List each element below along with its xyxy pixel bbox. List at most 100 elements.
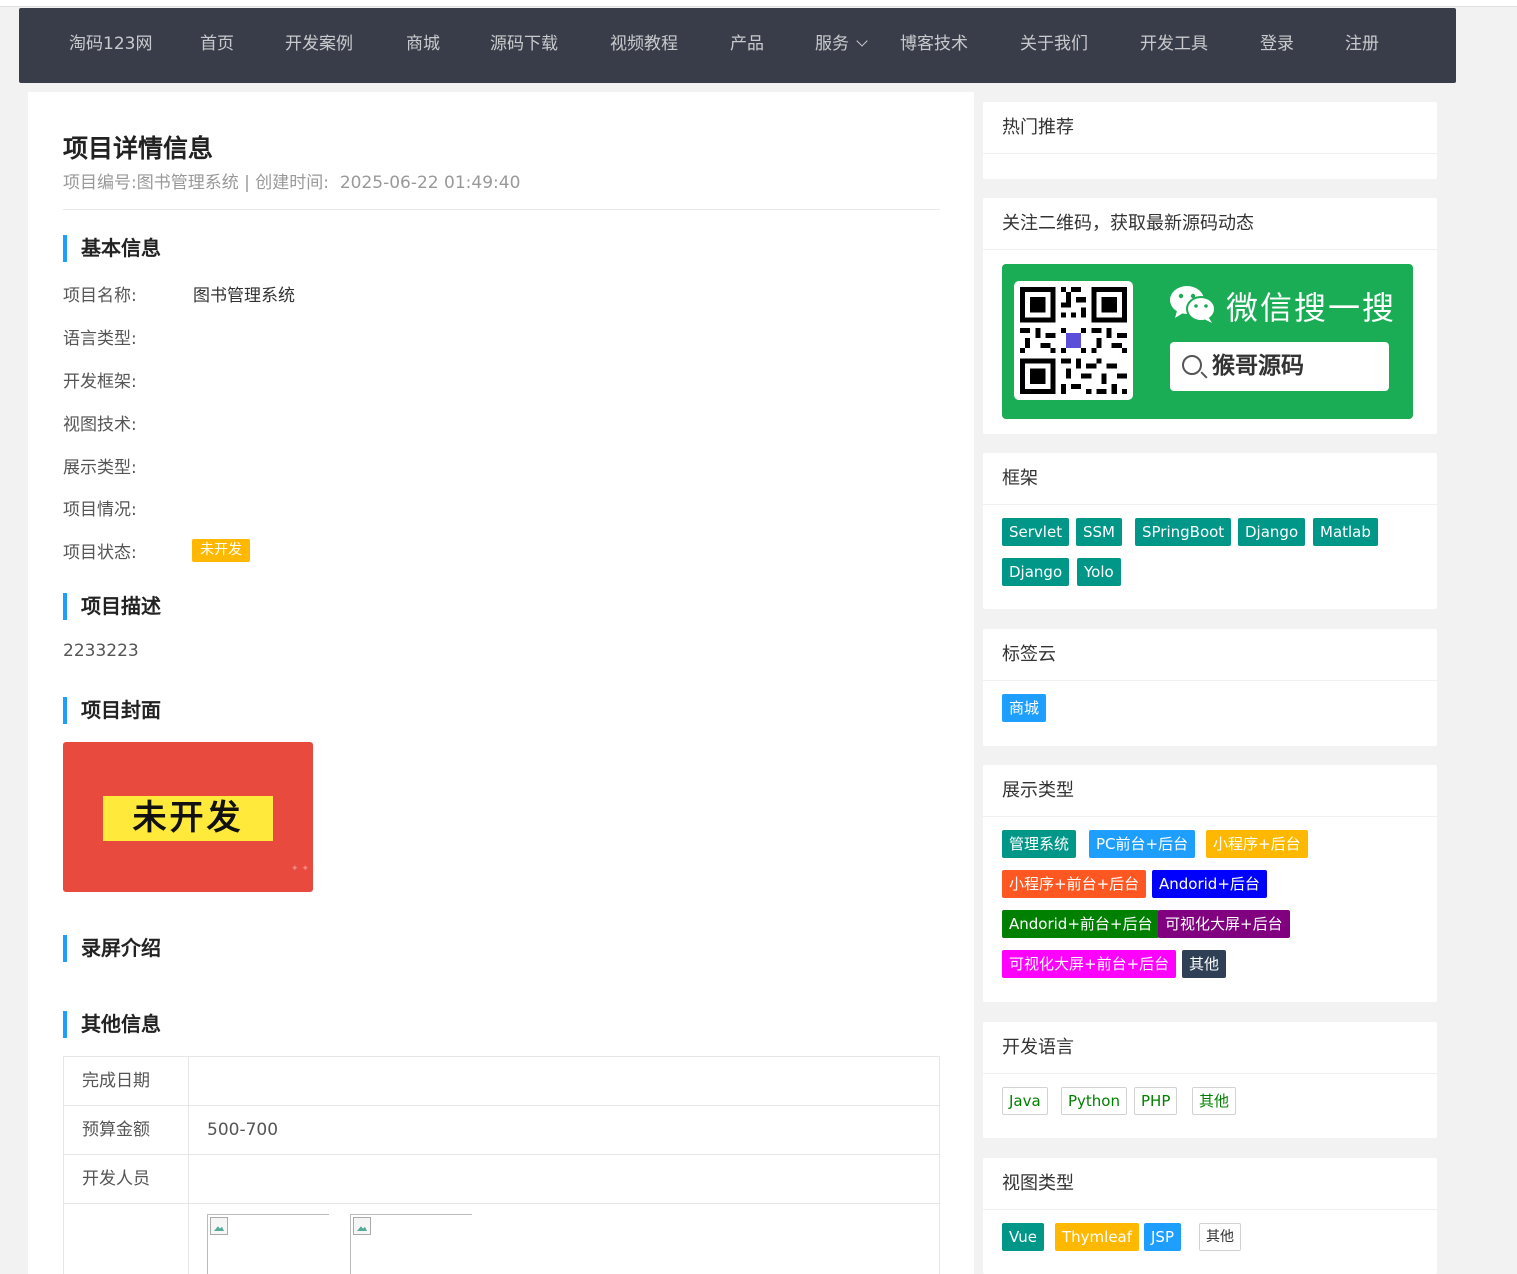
tag-framework[interactable]: Django xyxy=(1238,518,1306,546)
wechat-logo-icon xyxy=(1170,286,1216,323)
created-time-label: 创建时间: xyxy=(255,173,330,193)
broken-image-icon[interactable] xyxy=(350,1214,472,1274)
nav-products[interactable]: 产品 xyxy=(730,8,764,83)
tag-language[interactable]: Java xyxy=(1002,1087,1048,1115)
top-navbar: 淘码123网 首页 开发案例 商城 源码下载 视频教程 产品 服务 博客技术 关… xyxy=(19,8,1456,83)
divider xyxy=(63,209,940,210)
card-title: 展示类型 xyxy=(983,765,1437,817)
wechat-search-banner[interactable]: 微信搜一搜 猴哥源码 xyxy=(1002,264,1413,419)
wechat-account-name: 猴哥源码 xyxy=(1212,353,1304,379)
field-label-situation: 项目情况: xyxy=(63,500,137,520)
page-title: 项目详情信息 xyxy=(63,134,214,163)
card-framework: 框架 Servlet SSM SPringBoot Django Matlab … xyxy=(983,453,1437,609)
tag-view-type[interactable]: Vue xyxy=(1002,1223,1044,1251)
nav-logo-link[interactable]: 淘码123网 xyxy=(69,8,152,83)
project-detail-panel: 项目详情信息 项目编号:图书管理系统 | 创建时间: 2025-06-22 01… xyxy=(28,92,974,1274)
tag-cloud-item[interactable]: 商城 xyxy=(1002,694,1047,722)
section-heading-recording: 录屏介绍 xyxy=(63,935,161,962)
nav-services-dropdown[interactable]: 服务 xyxy=(815,8,868,83)
card-title: 关注二维码，获取最新源码动态 xyxy=(983,198,1437,250)
cover-image: 未开发 ✦ ✦ xyxy=(63,742,313,892)
tag-display-type[interactable]: 管理系统 xyxy=(1002,830,1077,858)
field-label-name: 项目名称: xyxy=(63,286,137,306)
nav-dev-tools[interactable]: 开发工具 xyxy=(1140,8,1208,83)
tag-framework[interactable]: SPringBoot xyxy=(1135,518,1232,546)
field-label-display: 展示类型: xyxy=(63,458,137,478)
card-view-type: 视图类型 Vue Thymleaf JSP 其他 xyxy=(983,1158,1437,1274)
tag-display-type[interactable]: 小程序+前台+后台 xyxy=(1002,870,1147,898)
chevron-down-icon xyxy=(856,35,868,47)
table-row: 完成日期 xyxy=(64,1057,940,1106)
cover-label: 未开发 xyxy=(103,796,273,841)
nav-blog[interactable]: 博客技术 xyxy=(900,8,968,83)
table-label-budget: 预算金额 xyxy=(64,1106,189,1154)
nav-services-label: 服务 xyxy=(815,34,849,54)
table-label-finish-date: 完成日期 xyxy=(64,1057,189,1105)
broken-image-icon[interactable] xyxy=(207,1214,329,1274)
tag-display-type[interactable]: PC前台+后台 xyxy=(1089,830,1196,858)
table-label-developer: 开发人员 xyxy=(64,1155,189,1203)
tag-display-type[interactable]: 可视化大屏+后台 xyxy=(1158,910,1290,938)
card-title: 标签云 xyxy=(983,629,1437,681)
tag-display-type[interactable]: Andorid+后台 xyxy=(1152,870,1267,898)
table-value-images xyxy=(189,1204,940,1274)
tag-framework[interactable]: Servlet xyxy=(1002,518,1070,546)
tag-view-type-other[interactable]: 其他 xyxy=(1199,1223,1241,1251)
project-meta: 项目编号:图书管理系统 | 创建时间: 2025-06-22 01:49:40 xyxy=(63,168,520,193)
nav-mall[interactable]: 商城 xyxy=(406,8,440,83)
field-label-status: 项目状态: xyxy=(63,543,137,563)
nav-home[interactable]: 首页 xyxy=(200,8,234,83)
nav-register[interactable]: 注册 xyxy=(1345,8,1379,83)
section-heading-cover: 项目封面 xyxy=(63,697,161,724)
tag-display-type[interactable]: 其他 xyxy=(1182,950,1227,978)
status-badge: 未开发 xyxy=(192,539,250,562)
tag-display-type[interactable]: Andorid+前台+后台 xyxy=(1002,910,1160,938)
card-dev-language: 开发语言 Java Python PHP 其他 xyxy=(983,1022,1437,1138)
field-label-language: 语言类型: xyxy=(63,329,137,349)
search-icon xyxy=(1182,355,1202,375)
nav-dev-cases[interactable]: 开发案例 xyxy=(285,8,353,83)
nav-source-download[interactable]: 源码下载 xyxy=(490,8,558,83)
table-value-budget: 500-700 xyxy=(189,1106,940,1154)
table-row xyxy=(64,1204,940,1274)
card-title: 热门推荐 xyxy=(983,102,1437,154)
field-label-framework: 开发框架: xyxy=(63,372,137,392)
broken-image-glyph xyxy=(353,1217,371,1235)
tag-view-type[interactable]: Thymleaf xyxy=(1055,1223,1140,1251)
tag-framework[interactable]: Django xyxy=(1002,558,1070,586)
table-row: 开发人员 xyxy=(64,1155,940,1204)
meta-separator: | xyxy=(244,173,250,193)
wechat-search-box: 猴哥源码 xyxy=(1170,342,1389,391)
nav-video-tutorials[interactable]: 视频教程 xyxy=(610,8,678,83)
description-text: 2233223 xyxy=(63,641,139,661)
card-title: 开发语言 xyxy=(983,1022,1437,1074)
project-no: 图书管理系统 xyxy=(136,173,239,193)
table-value-developer xyxy=(189,1155,940,1203)
card-tag-cloud: 标签云 商城 xyxy=(983,629,1437,746)
qr-code-icon xyxy=(1020,287,1127,394)
field-label-view: 视图技术: xyxy=(63,415,137,435)
tag-language[interactable]: 其他 xyxy=(1192,1087,1237,1115)
qr-code xyxy=(1014,281,1133,400)
nav-login[interactable]: 登录 xyxy=(1260,8,1294,83)
tag-display-type[interactable]: 小程序+后台 xyxy=(1206,830,1308,858)
card-display-type: 展示类型 管理系统 PC前台+后台 小程序+后台 小程序+前台+后台 Andor… xyxy=(983,765,1437,1002)
tag-view-type[interactable]: JSP xyxy=(1144,1223,1181,1251)
other-info-table: 完成日期 预算金额 500-700 开发人员 xyxy=(63,1056,940,1274)
section-heading-description: 项目描述 xyxy=(63,593,161,620)
table-value-finish-date xyxy=(189,1057,940,1105)
tag-language[interactable]: Python xyxy=(1061,1087,1127,1115)
tag-framework[interactable]: Matlab xyxy=(1313,518,1378,546)
created-time: 2025-06-22 01:49:40 xyxy=(339,173,521,193)
section-heading-other: 其他信息 xyxy=(63,1011,161,1038)
tag-display-type[interactable]: 可视化大屏+前台+后台 xyxy=(1002,950,1177,978)
tag-language[interactable]: PHP xyxy=(1134,1087,1178,1115)
broken-image-glyph xyxy=(210,1217,228,1235)
tag-framework[interactable]: Yolo xyxy=(1077,558,1121,586)
table-label-images xyxy=(64,1204,189,1274)
wechat-search-text: 微信搜一搜 xyxy=(1226,289,1397,327)
browser-top-edge xyxy=(0,0,1517,7)
nav-about-us[interactable]: 关于我们 xyxy=(1020,8,1088,83)
tag-framework[interactable]: SSM xyxy=(1076,518,1122,546)
card-hot-recommend: 热门推荐 xyxy=(983,102,1437,179)
